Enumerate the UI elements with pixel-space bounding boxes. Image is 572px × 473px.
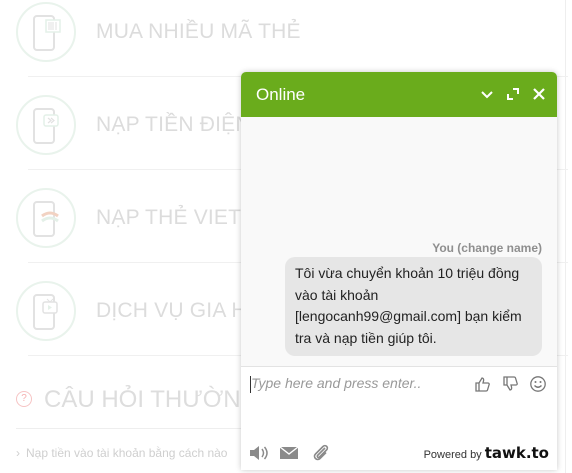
email-icon[interactable] xyxy=(278,442,300,464)
service-label: MUA NHIỀU MÃ THẺ xyxy=(96,20,301,43)
phone-card-icon xyxy=(16,188,76,248)
chat-composer: Type here and press enter.. Powered by t… xyxy=(241,366,557,470)
faq-title: CÂU HỎI THƯỜN xyxy=(44,386,241,413)
phone-chat-icon xyxy=(16,95,76,155)
service-label: DỊCH VỤ GIA HẠ xyxy=(96,299,261,322)
sender-name-link[interactable]: You (change name) xyxy=(432,241,542,255)
powered-by[interactable]: Powered by tawk.to xyxy=(424,444,549,462)
chevron-right-icon: › xyxy=(16,446,20,460)
powered-by-label: Powered by xyxy=(423,449,482,461)
phone-tv-icon xyxy=(16,281,76,341)
question-icon: ? xyxy=(16,391,32,407)
popout-icon[interactable] xyxy=(504,85,522,103)
chat-widget: Online You (change name) Tôi vừa chuyển … xyxy=(241,72,557,470)
rating-controls xyxy=(469,375,547,393)
divider xyxy=(16,428,256,429)
tawk-logo: tawk.to xyxy=(484,444,549,462)
service-label: NẠP TIỀN ĐIỆN xyxy=(96,113,251,136)
barcode-phone-icon xyxy=(16,2,76,62)
service-label: NẠP THẺ VIETT xyxy=(96,206,255,229)
thumbs-up-icon[interactable] xyxy=(474,375,492,393)
faq-item-label: Nạp tiền vào tài khoản bằng cách nào xyxy=(26,446,228,460)
thumbs-down-icon[interactable] xyxy=(502,375,520,393)
chat-header[interactable]: Online xyxy=(241,72,557,117)
faq-item[interactable]: › Nạp tiền vào tài khoản bằng cách nào xyxy=(16,446,227,460)
attachment-icon[interactable] xyxy=(310,442,332,464)
emoji-icon[interactable] xyxy=(529,375,547,393)
service-buy-card-codes[interactable]: MUA NHIỀU MÃ THẺ xyxy=(16,2,572,80)
sound-icon[interactable] xyxy=(247,442,269,464)
chat-tools xyxy=(247,442,337,464)
message-input[interactable]: Type here and press enter.. xyxy=(251,375,471,395)
chat-status-title: Online xyxy=(256,85,306,104)
chat-messages: You (change name) Tôi vừa chuyển khoản 1… xyxy=(241,117,557,366)
minimize-icon[interactable] xyxy=(478,85,496,103)
message-bubble: Tôi vừa chuyển khoản 10 triệu đồng vào t… xyxy=(285,257,542,356)
close-icon[interactable] xyxy=(530,85,548,103)
